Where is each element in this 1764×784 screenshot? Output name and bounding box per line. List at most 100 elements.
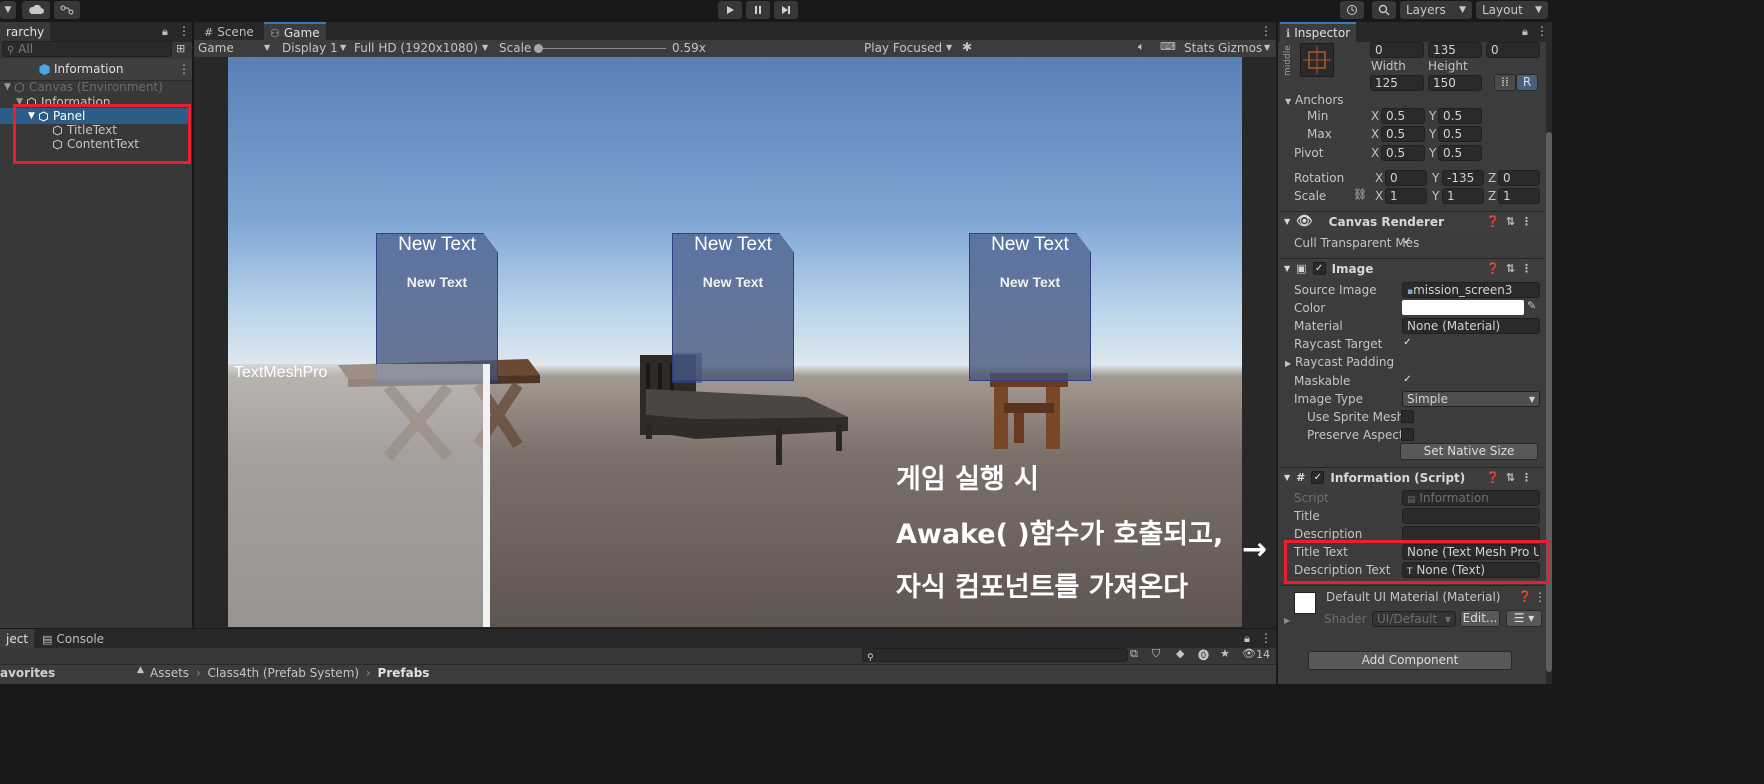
cloud-icon[interactable] [22,1,50,19]
search-icon[interactable] [1372,1,1396,19]
set-native-size-button[interactable]: Set Native Size [1400,443,1538,460]
tab-scene[interactable]: # Scene [198,22,260,42]
pos-y-field[interactable]: 135 [1428,42,1482,58]
scale-z-field[interactable]: 1 [1498,188,1540,204]
use-sprite-mesh-checkbox[interactable] [1401,410,1414,423]
pos-x-field[interactable]: 0 [1370,42,1424,58]
image-enabled-checkbox[interactable]: ✓ [1312,262,1326,275]
eyedropper-icon[interactable]: ✎ [1527,299,1536,312]
create-menu-icon[interactable]: ⊞ [176,42,185,55]
shader-edit-button[interactable]: Edit... [1460,610,1500,627]
play-button[interactable] [718,1,742,19]
scrollbar-thumb[interactable] [1546,132,1552,672]
scale-y-field[interactable]: 1 [1442,188,1484,204]
scale-slider-thumb[interactable] [534,44,543,53]
anchor-min-x-field[interactable]: 0.5 [1381,108,1425,124]
raycast-padding-foldout[interactable]: ▶ Raycast Padding [1285,355,1394,369]
lock-icon[interactable]: 🔒︎ [1244,632,1250,646]
width-field[interactable]: 125 [1370,75,1424,91]
blueprint-mode-button[interactable]: ⁞⁞ [1494,74,1516,91]
play-mode-dropdown[interactable]: Play Focused ▼ [864,41,956,55]
view-dropdown[interactable]: Game ▼ [198,41,274,55]
bug-icon[interactable]: ✱ [962,40,972,54]
color-swatch[interactable] [1402,300,1524,315]
mute-audio-icon[interactable]: 🔈︎ [1138,40,1145,54]
lock-icon[interactable]: 🔒︎ [162,25,168,39]
scroll-up-icon[interactable]: ▲ [137,665,144,675]
tab-inspector[interactable]: ℹ Inspector [1280,22,1357,42]
info-card-1[interactable]: New Text New Text [376,233,498,381]
favorite-star-icon[interactable]: ★ [1220,647,1230,660]
info-card-2[interactable]: New Text New Text [672,233,794,381]
source-image-field[interactable]: ▪mission_screen3 [1402,282,1540,298]
raycast-target-checkbox[interactable]: ✓ [1401,337,1414,350]
height-field[interactable]: 150 [1428,75,1482,91]
info-card-3[interactable]: New Text New Text [969,233,1091,381]
image-type-dropdown[interactable]: Simple ▼ [1402,391,1540,407]
warning-filter-icon[interactable]: ⓿ [1198,647,1209,663]
anchor-min-y-field[interactable]: 0.5 [1438,108,1482,124]
inspector-scrollbar[interactable] [1546,22,1552,684]
hierarchy-search-input[interactable]: ⚲ All [2,41,172,57]
gizmos-button[interactable]: Gizmos [1218,41,1262,55]
title-field[interactable] [1402,508,1540,524]
visibility-icon[interactable]: 👁︎ [1242,647,1256,660]
hierarchy-row-canvas[interactable]: ▼ Canvas (Environment) [0,79,188,95]
rotation-x-field[interactable]: 0 [1385,170,1427,186]
anchor-max-x-field[interactable]: 0.5 [1381,126,1425,142]
collab-icon[interactable] [54,1,80,19]
tab-game[interactable]: ⚇ Game [264,22,326,42]
resolution-dropdown[interactable]: Full HD (1920x1080) ▼ [354,41,492,55]
breadcrumb-class4th[interactable]: Class4th (Prefab System) [208,666,360,680]
kebab-menu-icon[interactable]: ⋮ [1260,24,1272,38]
rotation-y-field[interactable]: -135 [1442,170,1484,186]
game-viewport[interactable]: New Text New Text New Text New Text New … [228,57,1242,627]
favorites-label[interactable]: avorites [0,666,55,680]
tab-hierarchy[interactable]: rarchy [0,22,51,42]
component-header-icons[interactable]: ❓⇅⋮ [1486,262,1538,275]
raw-edit-button[interactable]: R [1516,74,1538,91]
tab-project[interactable]: ject [0,629,35,649]
history-icon[interactable] [1340,1,1364,19]
script-enabled-checkbox[interactable]: ✓ [1311,471,1325,484]
script-component-header[interactable]: ▼ # ✓ Information (Script) ❓⇅⋮ [1280,467,1544,487]
kebab-menu-icon[interactable]: ⋮ [1534,590,1546,604]
step-button[interactable] [774,1,798,19]
material-field[interactable]: None (Material) [1402,318,1540,334]
kebab-menu-icon[interactable]: ⋮ [1260,631,1272,645]
scale-slider[interactable] [534,44,666,53]
component-header-icons[interactable]: ❓⇅⋮ [1486,471,1538,484]
account-dropdown[interactable]: ▼ [0,1,16,19]
chevron-down-icon[interactable]: ▼ [1264,43,1270,52]
fold-arrow-icon[interactable]: ▶ [1284,616,1290,625]
maskable-checkbox[interactable]: ✓ [1401,374,1414,387]
anchor-max-y-field[interactable]: 0.5 [1438,126,1482,142]
kebab-menu-icon[interactable]: ⋮ [178,62,190,76]
stats-button[interactable]: Stats [1184,41,1215,55]
preserve-aspect-checkbox[interactable] [1401,428,1414,441]
kebab-menu-icon[interactable]: ⋮ [178,24,190,38]
layout-dropdown[interactable]: Layout ▼ [1476,1,1548,19]
filter-type-icon[interactable]: ⧉ [1130,647,1138,661]
breadcrumb-prefabs[interactable]: Prefabs [378,666,430,680]
layers-dropdown[interactable]: Layers ▼ [1400,1,1472,19]
textmeshpro-overlay[interactable]: TextMeshPro [228,364,490,627]
project-search-input[interactable]: ⚲ [862,648,1128,662]
pause-button[interactable] [746,1,770,19]
pos-z-field[interactable]: 0 [1486,42,1540,58]
tab-console[interactable]: ▤ Console [36,629,110,649]
canvas-renderer-header[interactable]: ▼ 👁︎ Canvas Renderer ❓⇅⋮ [1280,211,1544,231]
breadcrumb-assets[interactable]: Assets [150,666,189,680]
component-header-icons[interactable]: ❓⇅⋮ [1486,215,1538,228]
anchors-foldout[interactable]: ▼ Anchors [1285,93,1344,107]
image-component-header[interactable]: ▼ ▣ ✓ Image ❓⇅⋮ [1280,258,1544,278]
tag-icon[interactable]: ◆ [1176,647,1184,660]
keyboard-icon[interactable]: ⌨ [1160,40,1176,53]
shader-list-button[interactable]: ☰ ▾ [1506,610,1542,627]
anchor-preset-button[interactable] [1300,43,1334,77]
pivot-y-field[interactable]: 0.5 [1438,145,1482,161]
lock-icon[interactable]: 🔒︎ [1522,25,1528,39]
help-icon[interactable]: ❓ [1518,590,1532,603]
display-dropdown[interactable]: Display 1 ▼ [282,41,352,55]
scale-x-field[interactable]: 1 [1385,188,1427,204]
